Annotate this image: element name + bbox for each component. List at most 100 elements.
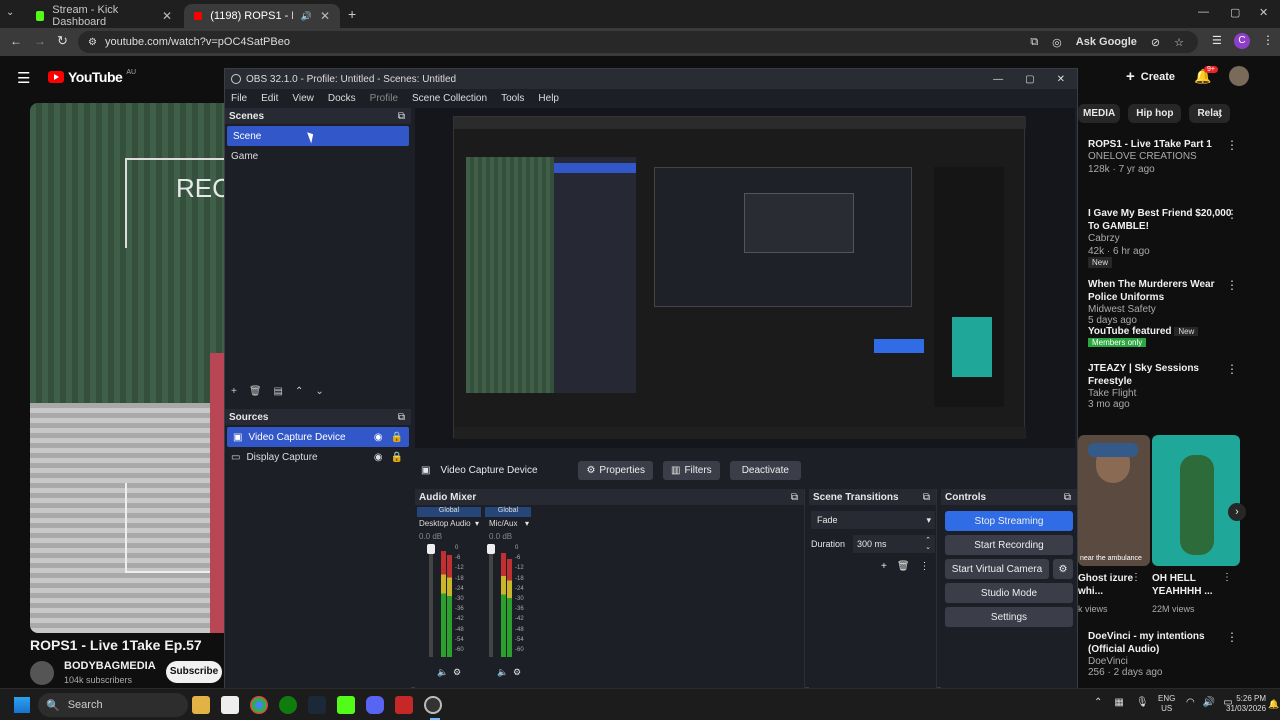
move-down-icon[interactable]: ⌄ (315, 386, 323, 397)
minimize-icon[interactable]: — (1198, 6, 1209, 18)
volume-slider-handle[interactable] (427, 544, 435, 554)
back-icon[interactable]: ← (10, 34, 22, 48)
taskbar-search[interactable]: 🔍 Search (38, 693, 188, 717)
obs-taskbar-icon[interactable] (424, 696, 442, 714)
recommendation-item[interactable]: JTEAZY | Sky Sessions Freestyle Take Fli… (1088, 362, 1238, 410)
shorts-next-icon[interactable]: › (1228, 503, 1246, 521)
menu-file[interactable]: File (231, 93, 247, 104)
start-virtual-camera-button[interactable]: Start Virtual Camera (945, 559, 1049, 579)
source-item[interactable]: ▭ Display Capture ◉ 🔒 (225, 447, 411, 467)
studio-mode-button[interactable]: Studio Mode (945, 583, 1073, 603)
bookmark-star-icon[interactable]: ☆ (1174, 36, 1184, 49)
scene-filters-icon[interactable]: ▤ (274, 386, 283, 397)
channel-name[interactable]: BODYBAGMEDIA (64, 660, 156, 672)
short-title[interactable]: Ghost izure whi... (1078, 572, 1138, 598)
account-avatar[interactable] (1229, 66, 1249, 86)
source-item[interactable]: ▣ Video Capture Device ◉ 🔒 (227, 427, 409, 447)
eye-off-icon[interactable]: ⊘ (1151, 36, 1160, 49)
more-options-icon[interactable]: ⋮ (1226, 630, 1238, 644)
chip-media[interactable]: MEDIA (1078, 104, 1121, 123)
transition-menu-icon[interactable]: ⋮ (920, 561, 930, 572)
add-scene-icon[interactable]: + (231, 386, 237, 397)
visibility-eye-icon[interactable]: ◉ (374, 452, 383, 463)
menu-tools[interactable]: Tools (501, 93, 524, 104)
google-lens-icon[interactable]: ◎ (1052, 36, 1062, 49)
channel-settings-icon[interactable]: ⚙ (513, 667, 521, 678)
close-window-icon[interactable]: ✕ (1259, 6, 1268, 19)
recommendation-item[interactable]: DoeVinci - my intentions (Official Audio… (1088, 630, 1238, 678)
clock[interactable]: 5:26 PM 31/03/2026 (1226, 694, 1266, 714)
speaker-icon[interactable]: 🔈 (497, 667, 508, 678)
stop-streaming-button[interactable]: Stop Streaming (945, 511, 1073, 531)
close-tab-icon[interactable]: ✕ (162, 9, 172, 23)
menu-edit[interactable]: Edit (261, 93, 278, 104)
scene-item[interactable]: Scene (227, 126, 409, 146)
minimize-icon[interactable]: — (993, 74, 1003, 85)
deactivate-button[interactable]: Deactivate (729, 460, 801, 480)
chip-next-icon[interactable]: › (1218, 108, 1222, 122)
speaker-icon[interactable]: 🔊 (301, 11, 312, 22)
preview-area[interactable] (415, 108, 1075, 448)
spin-arrows-icon[interactable]: ⌃ ⌄ (925, 537, 935, 551)
more-options-icon[interactable]: ⋮ (1226, 362, 1238, 376)
remove-scene-icon[interactable]: 🗑 (249, 386, 262, 397)
start-button[interactable] (14, 697, 30, 713)
menu-scene-collection[interactable]: Scene Collection (412, 93, 487, 104)
youtube-logo[interactable]: YouTube AU (48, 69, 136, 85)
dock-float-icon[interactable]: ⧉ (398, 111, 405, 122)
video-player[interactable]: REC (30, 103, 230, 633)
tray-app-icon[interactable]: ▦ (1114, 697, 1123, 708)
site-info-icon[interactable]: ⚙ (88, 37, 97, 48)
microphone-icon[interactable]: 🎙 (1136, 697, 1149, 708)
steam-icon[interactable] (308, 696, 326, 714)
settings-button[interactable]: Settings (945, 607, 1073, 627)
close-tab-icon[interactable]: ✕ (320, 9, 330, 23)
install-app-icon[interactable]: ⧉ (1030, 36, 1038, 49)
more-options-icon[interactable]: ⋮ (1226, 278, 1238, 292)
tab-list-chevron-icon[interactable]: ⌄ (6, 7, 14, 18)
dock-float-icon[interactable]: ⧉ (1064, 492, 1071, 503)
profile-avatar[interactable]: C (1234, 33, 1250, 49)
maximize-icon[interactable]: ▢ (1230, 6, 1240, 19)
short-title[interactable]: OH HELL YEAHHHH ... (1152, 572, 1226, 598)
menu-docks[interactable]: Docks (328, 93, 356, 104)
browser-menu-icon[interactable]: ⋮ (1262, 33, 1274, 47)
tab-youtube[interactable]: (1198) ROPS1 - Live 1Take E 🔊 ✕ (184, 4, 340, 28)
menu-help[interactable]: Help (538, 93, 559, 104)
close-icon[interactable]: ✕ (1057, 74, 1065, 85)
virtual-camera-settings-icon[interactable]: ⚙ (1053, 559, 1073, 579)
create-button[interactable]: + Create (1126, 68, 1175, 85)
dock-float-icon[interactable]: ⧉ (923, 492, 930, 503)
recommendation-item[interactable]: When The Murderers Wear Police Uniforms … (1088, 278, 1238, 348)
tab-kick-dashboard[interactable]: Stream - Kick Dashboard ✕ (26, 4, 182, 28)
recommendation-item[interactable]: I Gave My Best Friend $20,000 To GAMBLE!… (1088, 207, 1238, 268)
more-options-icon[interactable]: ⋮ (1226, 207, 1238, 221)
chip-related[interactable]: Relat (1189, 104, 1230, 123)
xbox-icon[interactable] (279, 696, 297, 714)
menu-profile[interactable]: Profile (370, 93, 398, 104)
add-transition-icon[interactable]: + (881, 561, 887, 572)
new-tab-button[interactable]: + (348, 6, 356, 22)
recommendation-item[interactable]: ROPS1 - Live 1Take Part 1 ONELOVE CREATI… (1088, 138, 1238, 175)
subscribe-button[interactable]: Subscribe (166, 661, 222, 683)
kick-app-icon[interactable] (337, 696, 355, 714)
volume-slider[interactable] (489, 545, 493, 657)
hamburger-menu-icon[interactable]: ☰ (17, 69, 30, 87)
channel-settings-icon[interactable]: ⚙ (453, 667, 461, 678)
move-up-icon[interactable]: ⌃ (295, 386, 303, 397)
short-thumbnail[interactable] (1152, 435, 1240, 566)
maximize-icon[interactable]: ▢ (1025, 74, 1034, 85)
more-options-icon[interactable]: ⋮ (1131, 572, 1141, 583)
store-icon[interactable] (221, 696, 239, 714)
speaker-icon[interactable]: 🔈 (437, 667, 448, 678)
visibility-eye-icon[interactable]: ◉ (374, 432, 383, 443)
more-options-icon[interactable]: ⋮ (1222, 572, 1232, 583)
menu-view[interactable]: View (292, 93, 314, 104)
channel-dropdown-icon[interactable]: ▾ (475, 519, 479, 528)
address-bar[interactable]: ⚙ youtube.com/watch?v=pOC4SatPBeo ⧉ ◎ As… (78, 31, 1198, 53)
channel-dropdown-icon[interactable]: ▾ (525, 519, 529, 528)
chip-hip-hop[interactable]: Hip hop (1128, 104, 1182, 123)
lock-icon[interactable]: 🔒 (391, 432, 403, 443)
discord-icon[interactable] (366, 696, 384, 714)
short-thumbnail[interactable]: near the ambulance (1078, 435, 1150, 566)
